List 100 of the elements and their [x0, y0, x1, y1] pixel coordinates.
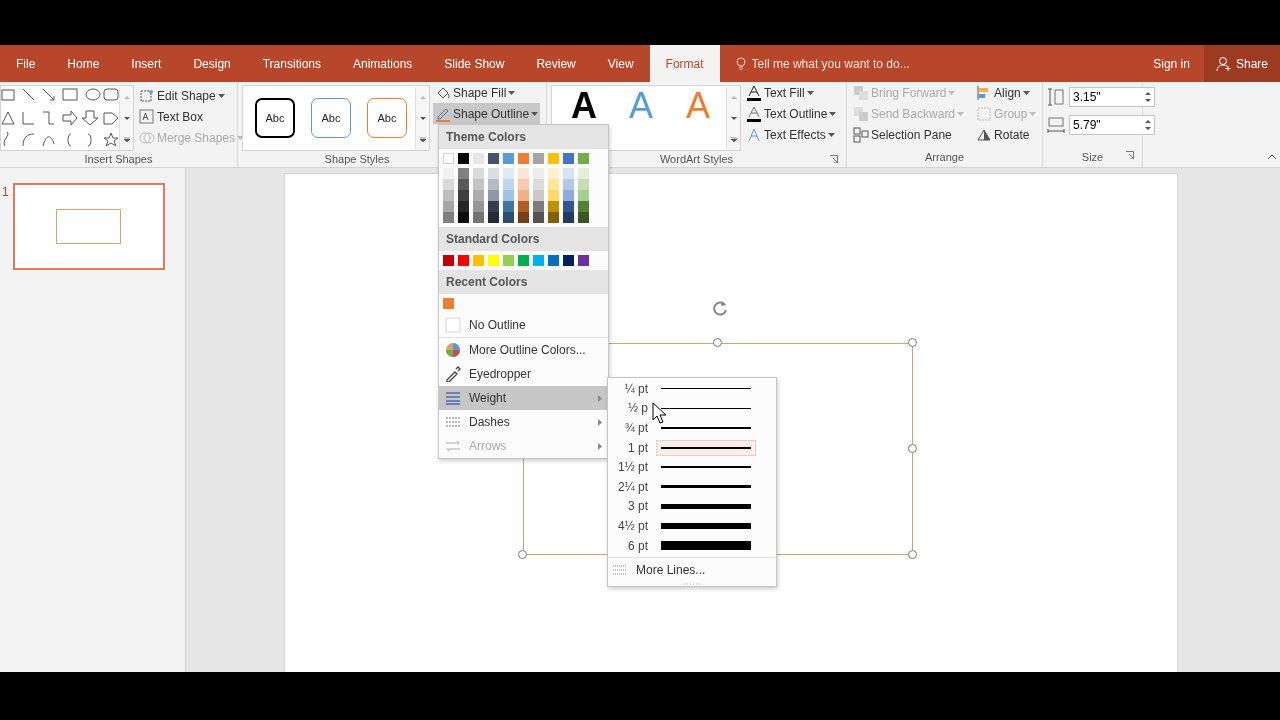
menu-item[interactable]: Eyedropper [439, 362, 608, 386]
color-swatch[interactable] [473, 201, 484, 212]
gallery-more-button[interactable] [119, 128, 133, 150]
weight-option[interactable]: ¼ pt [608, 379, 776, 399]
ribbon-tab[interactable]: Home [51, 45, 116, 82]
ribbon-tab[interactable]: Transitions [246, 45, 337, 82]
color-swatch[interactable] [518, 201, 529, 212]
scroll-up-button[interactable] [726, 86, 740, 108]
color-swatch[interactable] [563, 153, 574, 164]
color-swatch[interactable] [473, 212, 484, 223]
ribbon-tab[interactable]: Insert [115, 45, 178, 82]
scroll-up-button[interactable] [119, 86, 133, 108]
color-swatch[interactable] [443, 179, 454, 190]
ribbon-command[interactable]: Edit Shape [137, 85, 247, 106]
color-swatch[interactable] [458, 212, 469, 223]
color-swatch[interactable] [503, 190, 514, 201]
color-swatch[interactable] [488, 212, 499, 223]
gallery-more-button[interactable] [415, 128, 429, 150]
ribbon-command[interactable]: Shape Fill [433, 82, 541, 103]
menu-item[interactable]: More Lines... [608, 558, 776, 583]
color-swatch[interactable] [458, 255, 469, 266]
style-preset[interactable]: Abc [367, 98, 407, 138]
color-swatch[interactable] [518, 255, 529, 266]
color-swatch[interactable] [548, 190, 559, 201]
weight-option[interactable]: 1 pt [608, 437, 776, 458]
color-swatch[interactable] [548, 212, 559, 223]
resize-handle[interactable] [713, 338, 722, 347]
menu-item[interactable]: Weight [439, 386, 608, 410]
color-swatch[interactable] [503, 255, 514, 266]
weight-option[interactable]: ¾ pt [608, 418, 776, 438]
weight-option[interactable]: 6 pt [608, 535, 776, 556]
style-preset[interactable]: Abc [255, 98, 295, 138]
ribbon-command[interactable]: Align [974, 82, 1039, 103]
color-swatch[interactable] [563, 201, 574, 212]
slide-thumbnail[interactable] [12, 183, 165, 270]
dialog-launcher-icon[interactable] [1126, 151, 1134, 159]
color-swatch[interactable] [443, 255, 454, 266]
color-swatch[interactable] [488, 201, 499, 212]
ribbon-command[interactable]: Text Outline [744, 103, 839, 124]
color-swatch[interactable] [518, 190, 529, 201]
color-swatch[interactable] [533, 179, 544, 190]
color-swatch[interactable] [458, 201, 469, 212]
color-swatch[interactable] [578, 201, 589, 212]
color-swatch[interactable] [503, 179, 514, 190]
menu-item[interactable]: Dashes [439, 410, 608, 434]
color-swatch[interactable] [488, 153, 499, 164]
color-swatch[interactable] [503, 212, 514, 223]
color-swatch[interactable] [458, 153, 469, 164]
width-field[interactable]: 5.79" [1069, 115, 1155, 135]
gallery-more-button[interactable] [726, 128, 740, 150]
color-swatch[interactable] [473, 168, 484, 179]
color-swatch[interactable] [548, 179, 559, 190]
ribbon-command[interactable]: Selection Pane [851, 124, 967, 145]
wordart-preset[interactable]: A [564, 89, 604, 123]
ribbon-tab[interactable]: Animations [337, 45, 429, 82]
tell-me-field[interactable]: Tell me what you want to do... [735, 53, 950, 74]
color-swatch[interactable] [503, 153, 514, 164]
color-swatch[interactable] [518, 153, 529, 164]
color-swatch[interactable] [578, 168, 589, 179]
weight-option[interactable]: 3 pt [608, 496, 776, 517]
ribbon-command[interactable]: Text Box [137, 106, 247, 127]
ribbon-tab[interactable]: Format [649, 45, 720, 82]
menu-item[interactable]: More Outline Colors... [439, 338, 608, 362]
color-swatch[interactable] [563, 168, 574, 179]
color-swatch[interactable] [563, 179, 574, 190]
color-swatch[interactable] [488, 179, 499, 190]
color-swatch[interactable] [443, 212, 454, 223]
color-swatch[interactable] [518, 168, 529, 179]
color-swatch[interactable] [533, 255, 544, 266]
weight-option[interactable]: 4½ pt [608, 516, 776, 536]
color-swatch[interactable] [488, 190, 499, 201]
weight-option[interactable]: 1½ pt [608, 457, 776, 477]
spinner-icon[interactable] [1145, 91, 1151, 103]
height-field[interactable]: 3.15" [1069, 87, 1155, 107]
ribbon-tab[interactable]: File [0, 45, 52, 82]
ribbon-command[interactable]: Text Effects [744, 124, 839, 145]
ribbon-tab[interactable]: View [591, 45, 650, 82]
color-swatch[interactable] [533, 212, 544, 223]
color-swatch[interactable] [443, 168, 454, 179]
ribbon-tab[interactable]: Slide Show [428, 45, 521, 82]
color-swatch[interactable] [458, 168, 469, 179]
color-swatch[interactable] [533, 153, 544, 164]
ribbon-command[interactable]: Rotate [974, 124, 1039, 145]
color-swatch[interactable] [548, 153, 559, 164]
color-swatch[interactable] [563, 190, 574, 201]
resize-handle[interactable] [518, 550, 527, 559]
color-swatch[interactable] [473, 255, 484, 266]
color-swatch[interactable] [458, 190, 469, 201]
color-swatch[interactable] [443, 298, 454, 309]
color-swatch[interactable] [503, 168, 514, 179]
color-swatch[interactable] [578, 153, 589, 164]
color-swatch[interactable] [488, 255, 499, 266]
color-swatch[interactable] [488, 168, 499, 179]
color-swatch[interactable] [473, 179, 484, 190]
style-preset[interactable]: Abc [311, 98, 351, 138]
color-swatch[interactable] [533, 190, 544, 201]
color-swatch[interactable] [533, 168, 544, 179]
rotate-handle[interactable] [710, 298, 730, 318]
color-swatch[interactable] [458, 179, 469, 190]
share-button[interactable]: Share [1203, 45, 1280, 82]
